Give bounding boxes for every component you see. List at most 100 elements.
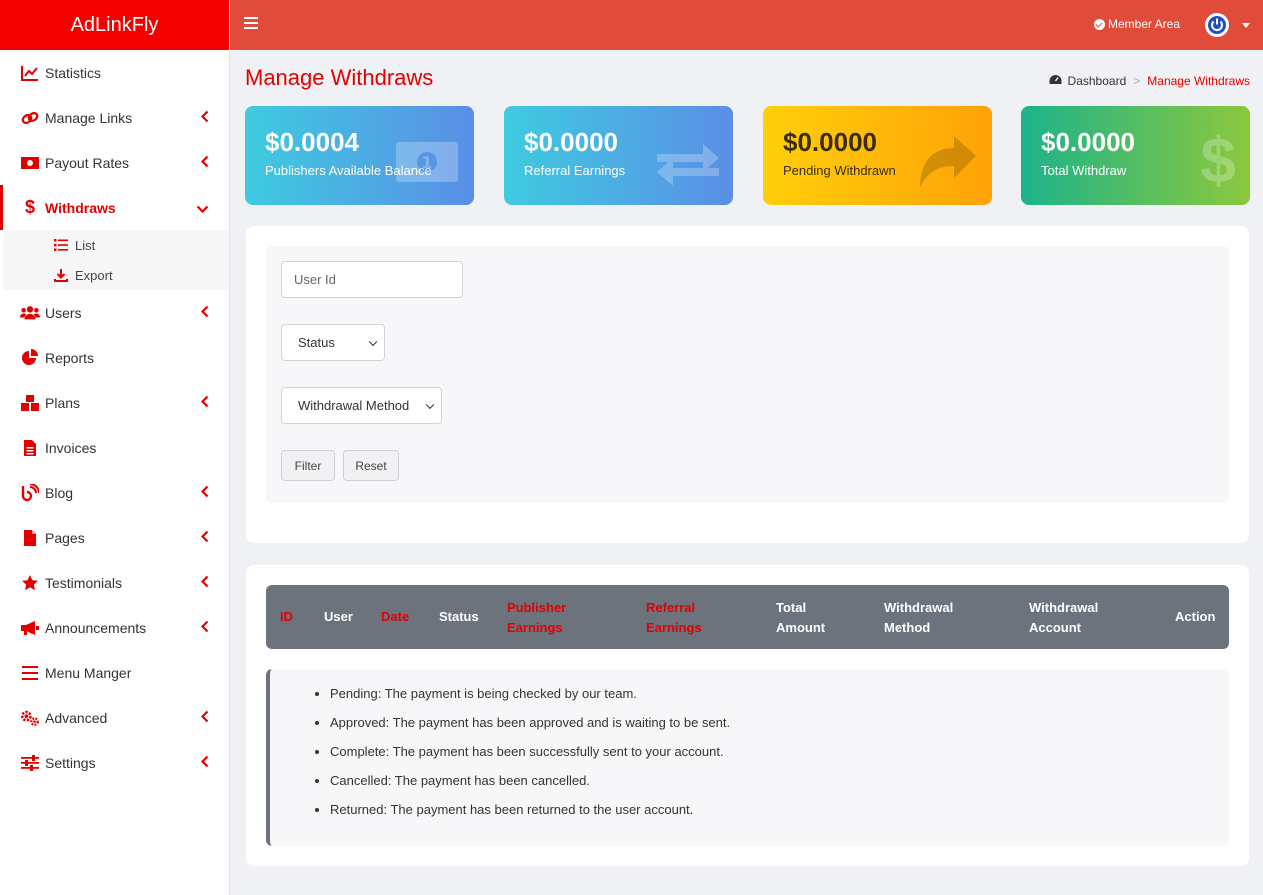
stat-card-total-withdraw: $0.0000 Total Withdraw $: [1021, 106, 1250, 205]
chevron-left-icon: [200, 395, 209, 411]
sidebar-item-label: Blog: [45, 484, 74, 501]
column-header-withdrawal-method: Withdrawal Method: [884, 600, 954, 635]
sidebar-item-menu-manger[interactable]: Menu Manger: [0, 650, 229, 695]
sidebar-item-label: Menu Manger: [45, 664, 132, 681]
breadcrumb-home-link[interactable]: Dashboard: [1068, 74, 1127, 88]
sidebar-item-withdraws[interactable]: $ Withdraws: [0, 185, 229, 230]
sidebar-item-pages[interactable]: Pages: [0, 515, 229, 560]
dashboard-icon: [1049, 74, 1062, 88]
chevron-down-icon: [368, 337, 378, 346]
legend-item-approved: Approved: The payment has been approved …: [330, 712, 730, 741]
sidebar-item-label: Settings: [45, 754, 96, 771]
sidebar-item-plans[interactable]: Plans: [0, 380, 229, 425]
chart-line-icon: [20, 63, 40, 83]
dollar-sign-icon: $: [1200, 124, 1236, 196]
bars-icon: [20, 663, 40, 683]
column-header-referral-earnings[interactable]: Referral Earnings: [646, 598, 702, 638]
column-header-action: Action: [1175, 609, 1216, 624]
sliders-icon: [20, 753, 40, 773]
breadcrumb-current: Manage Withdraws: [1147, 74, 1250, 88]
sidebar-item-blog[interactable]: Blog: [0, 470, 229, 515]
status-legend: Pending: The payment is being checked by…: [266, 669, 1229, 846]
sidebar-item-announcements[interactable]: Announcements: [0, 605, 229, 650]
sidebar-item-label: Announcements: [45, 619, 147, 636]
chevron-left-icon: [200, 620, 209, 636]
sidebar-item-label: Reports: [45, 349, 95, 366]
file-icon: [20, 528, 40, 548]
sidebar-item-label: Advanced: [45, 709, 108, 726]
status-select[interactable]: Status: [281, 324, 385, 361]
user-avatar[interactable]: [1205, 13, 1229, 37]
dollar-sign-icon: $: [24, 197, 35, 217]
chevron-left-icon: [200, 755, 209, 771]
bullhorn-icon: [20, 618, 40, 638]
sidebar-item-settings[interactable]: Settings: [0, 740, 229, 785]
money-bill-icon: [20, 153, 40, 173]
sidebar-item-testimonials[interactable]: Testimonials: [0, 560, 229, 605]
submenu-item-export[interactable]: Export: [3, 260, 229, 290]
column-header-id[interactable]: ID: [280, 607, 293, 627]
column-header-date[interactable]: Date: [381, 607, 409, 627]
legend-item-cancelled: Cancelled: The payment has been cancelle…: [330, 770, 730, 799]
svg-text:1: 1: [421, 153, 432, 172]
exchange-icon: [657, 142, 719, 193]
chevron-left-icon: [200, 530, 209, 546]
legend-item-returned: Returned: The payment has been returned …: [330, 799, 730, 828]
list-icon: [53, 237, 69, 253]
pie-chart-icon: [20, 348, 40, 368]
member-area-link[interactable]: Member Area: [1094, 17, 1180, 31]
sidebar-item-invoices[interactable]: Invoices: [0, 425, 229, 470]
star-icon: [20, 573, 40, 593]
page-title: Manage Withdraws: [245, 65, 434, 90]
chevron-left-icon: [200, 110, 209, 126]
cogs-icon: [20, 708, 40, 728]
chevron-left-icon: [200, 485, 209, 501]
check-circle-icon: [1094, 18, 1105, 30]
sidebar-item-manage-links[interactable]: Manage Links: [0, 95, 229, 140]
status-legend-list: Pending: The payment is being checked by…: [330, 683, 730, 828]
filter-button[interactable]: Filter: [281, 450, 335, 481]
cubes-icon: [20, 393, 40, 413]
status-select-value: Status: [298, 335, 335, 350]
sidebar-item-label: Statistics: [45, 64, 102, 81]
submenu-item-list[interactable]: List: [3, 230, 229, 260]
sidebar-item-label: Testimonials: [45, 574, 123, 591]
chevron-left-icon: [200, 575, 209, 591]
sidebar-nav: Statistics Manage Links Payout Rates $ W…: [0, 50, 229, 785]
users-icon: [20, 303, 40, 323]
user-id-input[interactable]: User Id: [281, 261, 463, 298]
caret-down-icon[interactable]: [1242, 23, 1250, 28]
legend-item-pending: Pending: The payment is being checked by…: [330, 683, 730, 712]
sidebar-item-label: Plans: [45, 394, 81, 411]
sidebar-item-statistics[interactable]: Statistics: [0, 50, 229, 95]
download-icon: [53, 267, 69, 283]
stat-card-publishers-balance: $0.0004 Publishers Available Balance 1: [245, 106, 474, 205]
sidebar-item-users[interactable]: Users: [0, 290, 229, 335]
chevron-down-icon: [196, 200, 209, 216]
withdrawal-method-select-value: Withdrawal Method: [298, 398, 410, 413]
sidebar-item-advanced[interactable]: Advanced: [0, 695, 229, 740]
submenu-item-label: List: [75, 237, 96, 253]
sidebar-item-reports[interactable]: Reports: [0, 335, 229, 380]
sidebar-item-label: Pages: [45, 529, 85, 546]
sidebar-item-label: Invoices: [45, 439, 97, 456]
chevron-left-icon: [200, 305, 209, 321]
share-icon: [916, 134, 978, 195]
filter-form: User Id Status Withdrawal Method Filter …: [266, 246, 1229, 503]
menu-toggle-icon[interactable]: [244, 17, 258, 31]
sidebar-item-payout-rates[interactable]: Payout Rates: [0, 140, 229, 185]
legend-item-complete: Complete: The payment has been successfu…: [330, 741, 730, 770]
blog-icon: [20, 483, 40, 503]
stat-card-referral-earnings: $0.0000 Referral Earnings: [504, 106, 733, 205]
sidebar-item-label: Payout Rates: [45, 154, 130, 171]
sidebar-item-label: Manage Links: [45, 109, 133, 126]
member-area-label: Member Area: [1108, 17, 1181, 31]
brand-logo[interactable]: AdLinkFly: [0, 0, 229, 50]
filter-panel: User Id Status Withdrawal Method Filter …: [246, 226, 1249, 543]
column-header-withdrawal-account: Withdrawal Account: [1029, 600, 1099, 635]
column-header-publisher-earnings[interactable]: Publisher Earnings: [507, 598, 566, 638]
withdrawal-method-select[interactable]: Withdrawal Method: [281, 387, 442, 424]
sidebar-item-label: Users: [45, 304, 82, 321]
column-header-status: Status: [439, 609, 479, 624]
reset-button[interactable]: Reset: [343, 450, 399, 481]
